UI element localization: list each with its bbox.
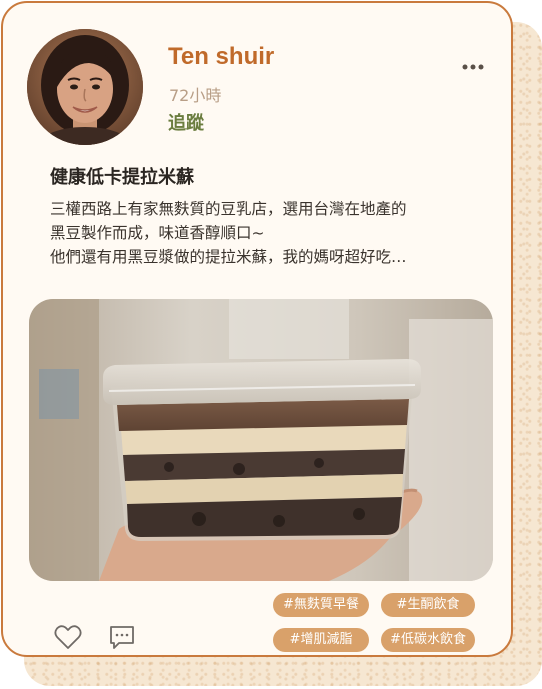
hashtag[interactable]: #低碳水飲食 bbox=[381, 628, 475, 652]
comment-icon[interactable] bbox=[107, 622, 137, 652]
post-body-line: 三權西路上有家無麩質的豆乳店，選用台灣在地產的 bbox=[50, 200, 407, 218]
hashtag[interactable]: #無麩質早餐 bbox=[273, 593, 369, 617]
heart-icon[interactable] bbox=[53, 622, 83, 652]
hashtag[interactable]: #增肌減脂 bbox=[273, 628, 369, 652]
post-body-line: 他們還有用黑豆漿做的提拉米蘇，我的媽呀超好吃… bbox=[50, 248, 407, 266]
post-photo[interactable] bbox=[29, 299, 493, 581]
hashtag[interactable]: #生酮飲食 bbox=[381, 593, 475, 617]
tiramisu-image bbox=[29, 299, 493, 581]
post-actions bbox=[53, 622, 137, 652]
author-name[interactable]: Ten shuir bbox=[168, 43, 274, 71]
avatar-image bbox=[27, 29, 143, 145]
post-body-line: 黑豆製作而成，味道香醇順口~ bbox=[50, 224, 265, 242]
post-card-stage: Ten shuir 72小時 追蹤 健康低卡提拉米蘇 三權西路上有家無麩質的豆乳… bbox=[0, 0, 542, 689]
more-dots-icon[interactable] bbox=[459, 57, 487, 77]
post-timestamp: 72小時 bbox=[169, 86, 222, 105]
author-avatar[interactable] bbox=[27, 29, 143, 145]
post-title: 健康低卡提拉米蘇 bbox=[50, 167, 194, 188]
post-card: Ten shuir 72小時 追蹤 健康低卡提拉米蘇 三權西路上有家無麩質的豆乳… bbox=[1, 1, 513, 657]
follow-button[interactable]: 追蹤 bbox=[168, 109, 204, 135]
post-body: 三權西路上有家無麩質的豆乳店，選用台灣在地產的 黑豆製作而成，味道香醇順口~ 他… bbox=[50, 197, 470, 269]
